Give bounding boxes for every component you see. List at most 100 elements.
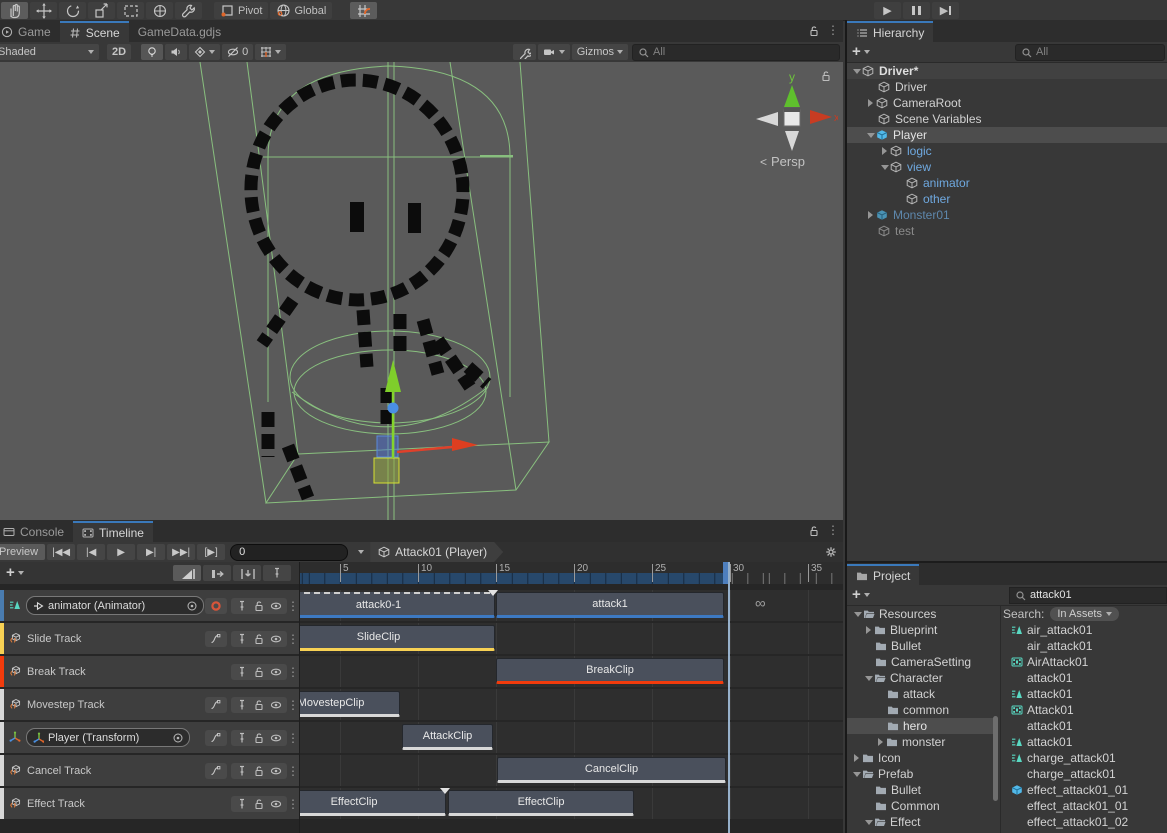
tab-scene[interactable]: Scene	[60, 21, 129, 42]
asset-row[interactable]: charge_attack01	[1003, 750, 1167, 766]
scene-camera-dropdown[interactable]	[538, 44, 570, 60]
clip-effect2[interactable]: EffectClip	[448, 790, 634, 816]
clip-attack[interactable]: AttackClip	[402, 724, 493, 750]
tab-gamedata[interactable]: GameData.gdjs	[129, 21, 230, 42]
rotate-tool-button[interactable]	[59, 2, 86, 19]
grid-visibility-dropdown[interactable]	[255, 44, 286, 60]
track-header-animator[interactable]: animator (Animator) ⋮	[0, 590, 299, 621]
track-menu-icon[interactable]: ⋮	[287, 599, 299, 613]
lane-cancel[interactable]: CancelClip	[300, 755, 843, 786]
pin-icon[interactable]	[236, 798, 248, 810]
hierarchy-item-driver[interactable]: Driver	[847, 79, 1167, 95]
scene-viewport[interactable]: y x <Persp	[0, 62, 843, 520]
asset-row[interactable]: air_attack01	[1003, 638, 1167, 654]
clip-slide[interactable]: SlideClip	[300, 625, 495, 651]
timeline-breadcrumb[interactable]: Attack01 (Player)	[370, 542, 503, 562]
hidden-objects-toggle[interactable]: 0	[222, 44, 253, 60]
play-range-button[interactable]: [▶]	[197, 544, 225, 560]
mute-eye-icon[interactable]	[270, 798, 282, 810]
folder-monster[interactable]: monster	[847, 734, 994, 750]
folder-prefab-bullet[interactable]: Bullet	[847, 782, 994, 798]
replace-mode-button[interactable]	[233, 565, 261, 581]
rect-tool-button[interactable]	[117, 2, 144, 19]
clip-effect1[interactable]: EffectClip	[300, 790, 446, 816]
hierarchy-item-view[interactable]: view	[847, 159, 1167, 175]
pin-icon[interactable]	[236, 699, 248, 711]
scene-orientation-gizmo[interactable]: y x	[748, 67, 838, 167]
track-menu-icon[interactable]: ⋮	[287, 797, 299, 811]
goto-start-button[interactable]: |◀◀	[47, 544, 75, 560]
hierarchy-item-animator[interactable]: animator	[847, 175, 1167, 191]
mute-eye-icon[interactable]	[270, 600, 282, 612]
track-menu-icon[interactable]: ⋮	[287, 731, 299, 745]
track-menu-icon[interactable]: ⋮	[287, 632, 299, 646]
timeline-menu-icon[interactable]: ⋮	[827, 525, 839, 536]
scale-tool-button[interactable]	[88, 2, 115, 19]
lane-movestep[interactable]: MovestepClip	[300, 689, 843, 720]
clip-movestep[interactable]: MovestepClip	[300, 691, 400, 717]
lock-icon[interactable]	[253, 600, 265, 612]
mute-eye-icon[interactable]	[270, 765, 282, 777]
curves-button[interactable]	[205, 697, 227, 713]
folder-hero[interactable]: hero	[847, 718, 994, 734]
folder-camerasetting[interactable]: CameraSetting	[847, 654, 994, 670]
move-tool-button[interactable]	[30, 2, 57, 19]
frame-field[interactable]: 0	[230, 544, 348, 561]
lane-player[interactable]: AttackClip	[300, 722, 843, 753]
play-button[interactable]: ▶	[874, 2, 901, 19]
mute-eye-icon[interactable]	[270, 633, 282, 645]
object-picker-icon[interactable]	[186, 600, 197, 611]
grid-snap-toggle[interactable]	[350, 2, 377, 19]
pin-icon[interactable]	[236, 765, 248, 777]
pause-button[interactable]	[903, 2, 930, 19]
clip-attack0-1[interactable]: attack0-1	[300, 592, 495, 618]
hierarchy-item-player[interactable]: Player	[847, 127, 1167, 143]
track-header-player-transform[interactable]: Player (Transform) ⋮	[0, 722, 299, 753]
lock-icon[interactable]	[253, 765, 265, 777]
tab-hierarchy[interactable]: Hierarchy	[847, 21, 933, 42]
goto-end-button[interactable]: ▶▶|	[167, 544, 195, 560]
tab-game[interactable]: Game	[0, 21, 60, 42]
2d-toggle[interactable]: 2D	[107, 44, 131, 60]
lane-animator[interactable]: attack0-1 attack1 ∞	[300, 590, 843, 621]
curves-button[interactable]	[205, 730, 227, 746]
mute-eye-icon[interactable]	[270, 699, 282, 711]
asset-row[interactable]: attack01	[1003, 734, 1167, 750]
folder-blueprint[interactable]: Blueprint	[847, 622, 994, 638]
clip-attack1[interactable]: attack1	[496, 592, 724, 618]
playhead-line[interactable]	[728, 562, 730, 833]
step-button[interactable]: ▶	[932, 2, 959, 19]
pin-icon[interactable]	[236, 600, 248, 612]
hierarchy-item-scene-variables[interactable]: Scene Variables	[847, 111, 1167, 127]
lane-effect[interactable]: EffectClip EffectClip	[300, 788, 843, 819]
lock-icon[interactable]	[253, 666, 265, 678]
tab-console[interactable]: Console	[0, 521, 73, 542]
project-create-dropdown[interactable]: +	[852, 590, 870, 600]
object-picker-icon[interactable]	[172, 732, 183, 743]
asset-row[interactable]: attack01	[1003, 670, 1167, 686]
hierarchy-item-scene-root[interactable]: Driver*	[847, 63, 1167, 79]
lane-slide[interactable]: SlideClip	[300, 623, 843, 654]
transform-tool-button[interactable]	[146, 2, 173, 19]
record-button[interactable]	[205, 598, 227, 614]
pin-icon[interactable]	[236, 633, 248, 645]
asset-row[interactable]: air_attack01	[1003, 622, 1167, 638]
folder-icon[interactable]: Icon	[847, 750, 994, 766]
asset-row[interactable]: attack01	[1003, 718, 1167, 734]
hierarchy-create-dropdown[interactable]: +	[852, 47, 870, 57]
shading-mode-dropdown[interactable]: Shaded	[0, 44, 99, 60]
lane-break[interactable]: BreakClip	[300, 656, 843, 687]
timeline-ruler[interactable]: 5 10 15 20 25 30 35	[300, 562, 843, 584]
track-header-movestep[interactable]: Movestep Track ⋮	[0, 689, 299, 720]
scene-audio-toggle[interactable]	[165, 44, 187, 60]
folder-prefab[interactable]: Prefab	[847, 766, 994, 782]
folder-common[interactable]: common	[847, 702, 994, 718]
tab-project[interactable]: Project	[847, 564, 919, 585]
project-tree-scrollbar[interactable]	[993, 716, 998, 801]
mute-eye-icon[interactable]	[270, 732, 282, 744]
search-scope-dropdown[interactable]: In Assets	[1050, 607, 1119, 621]
hierarchy-item-cameraroot[interactable]: CameraRoot	[847, 95, 1167, 111]
scene-search-input[interactable]: All	[632, 44, 840, 61]
prev-frame-button[interactable]: |◀	[77, 544, 105, 560]
clip-break[interactable]: BreakClip	[496, 658, 724, 684]
